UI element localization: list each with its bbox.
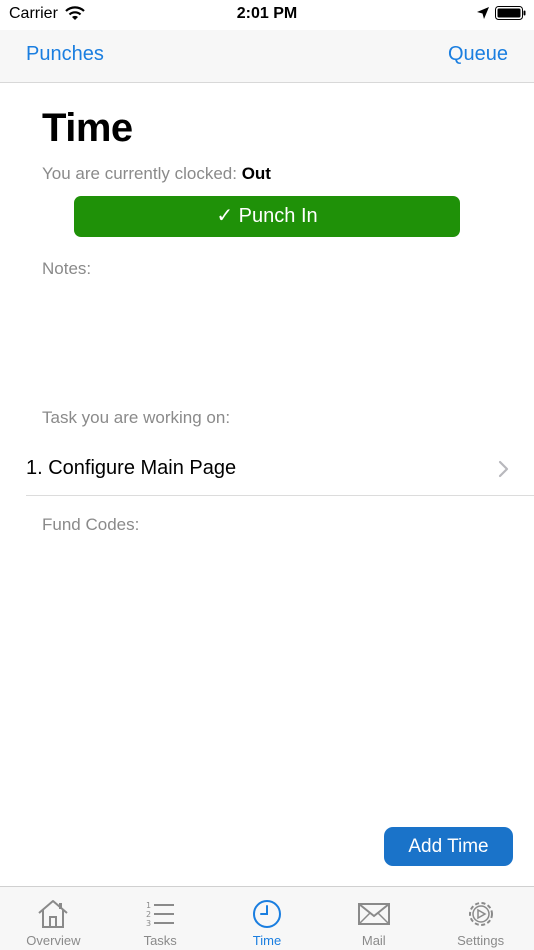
punches-button[interactable]: Punches [26, 43, 104, 66]
navigation-bar: Punches Queue [0, 30, 534, 83]
tab-overview[interactable]: Overview [0, 887, 107, 950]
tab-label: Time [252, 933, 282, 948]
notes-field[interactable] [42, 284, 492, 394]
tab-settings[interactable]: Settings [427, 887, 534, 950]
punch-in-button[interactable]: ✓ Punch In [74, 196, 460, 237]
clock-icon [252, 900, 281, 928]
page-title: Time [42, 106, 133, 150]
tab-label: Tasks [143, 933, 177, 948]
tab-label: Overview [26, 933, 81, 948]
tab-time[interactable]: Time [214, 887, 321, 950]
task-value: 1. Configure Main Page [26, 457, 237, 479]
tab-bar: Overview 1 2 3 Tasks Time Mail Settings [0, 886, 534, 950]
svg-text:2: 2 [146, 910, 151, 919]
house-icon [38, 900, 69, 928]
svg-text:1: 1 [146, 901, 151, 910]
tab-label: Mail [361, 933, 386, 948]
location-arrow-icon [477, 7, 489, 19]
gear-icon [468, 902, 493, 926]
tab-mail[interactable]: Mail [320, 887, 427, 950]
status-bar: Carrier 2:01 PM [0, 0, 534, 30]
envelope-icon [357, 903, 390, 925]
notes-label: Notes: [42, 259, 92, 278]
task-label: Task you are working on: [42, 408, 231, 427]
status-time: 2:01 PM [236, 5, 298, 22]
clock-status: You are currently clocked: Out [42, 164, 271, 184]
svg-text:3: 3 [146, 919, 151, 928]
clock-status-prefix: You are currently clocked: [42, 164, 242, 183]
add-time-button[interactable]: Add Time [384, 827, 513, 866]
queue-button[interactable]: Queue [448, 43, 508, 66]
battery-icon [495, 6, 526, 20]
numbered-list-icon: 1 2 3 [146, 901, 175, 928]
clock-status-value: Out [241, 164, 271, 183]
tab-label: Settings [457, 933, 505, 948]
fund-codes-label: Fund Codes: [42, 515, 140, 534]
tab-tasks[interactable]: 1 2 3 Tasks [107, 887, 214, 950]
chevron-right-icon [498, 460, 509, 478]
task-selector-row[interactable]: 1. Configure Main Page [26, 445, 534, 496]
